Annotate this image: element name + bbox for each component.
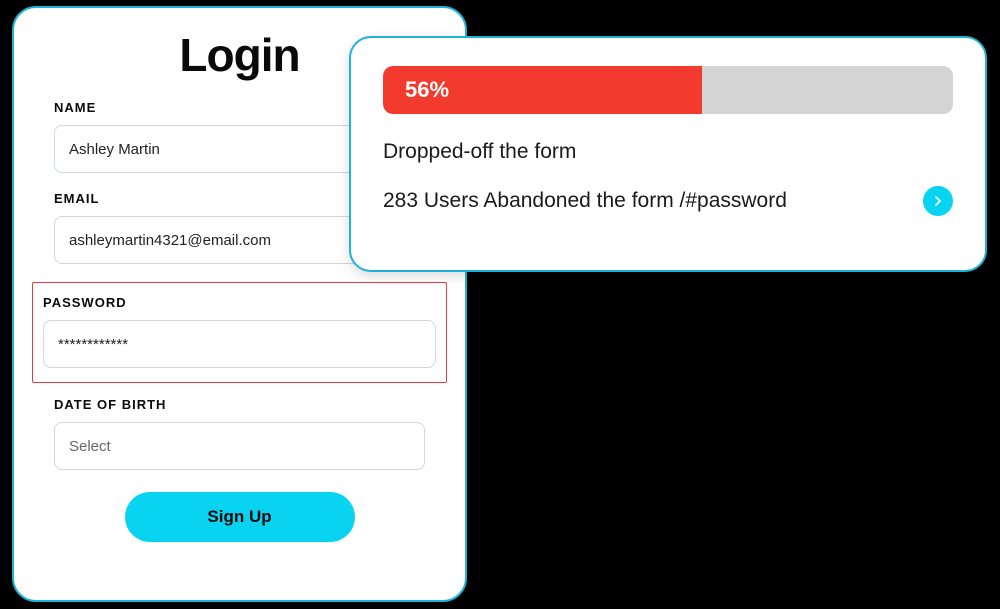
signup-button[interactable]: Sign Up bbox=[125, 492, 355, 542]
field-group-password-highlighted: PASSWORD bbox=[32, 282, 447, 383]
field-group-dob: DATE OF BIRTH bbox=[44, 397, 435, 470]
chevron-right-icon bbox=[933, 196, 943, 206]
progress-bar: 56% bbox=[383, 66, 953, 114]
dropoff-label: Dropped-off the form bbox=[383, 140, 953, 164]
password-input[interactable] bbox=[43, 320, 436, 368]
progress-fill: 56% bbox=[383, 66, 702, 114]
next-button[interactable] bbox=[923, 186, 953, 216]
dob-label: DATE OF BIRTH bbox=[54, 397, 425, 412]
analytics-card: 56% Dropped-off the form 283 Users Aband… bbox=[349, 36, 987, 272]
password-label: PASSWORD bbox=[43, 295, 436, 310]
analytics-detail-row: 283 Users Abandoned the form /#password bbox=[383, 186, 953, 216]
dob-input[interactable] bbox=[54, 422, 425, 470]
abandoned-text: 283 Users Abandoned the form /#password bbox=[383, 189, 787, 213]
